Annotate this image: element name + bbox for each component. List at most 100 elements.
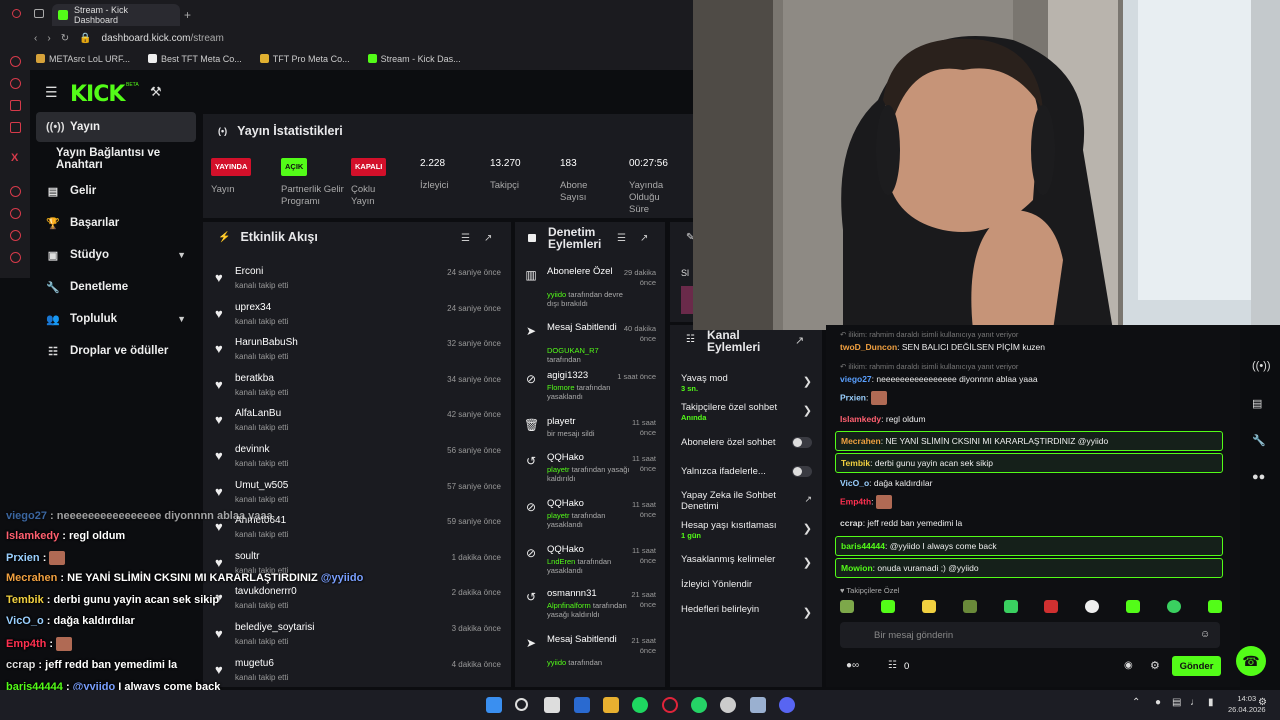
activity-item[interactable]: ♥ Erconi kanalı takip etti 24 saniye önce (213, 264, 505, 298)
notification-icon[interactable]: ⚙ (1258, 697, 1267, 708)
filter-icon[interactable]: ☰ (461, 233, 470, 244)
nav-revenue[interactable]: ▤ Gelir (36, 176, 196, 206)
nav-community[interactable]: 👥 Topluluk ▼ (36, 304, 196, 334)
follower-name[interactable]: beratkba (235, 373, 274, 384)
emote-icon[interactable] (1003, 600, 1018, 613)
moderation-item[interactable]: ▥ Abonelere Özel yyiido tarafından devre d… (522, 266, 662, 312)
chat-username[interactable]: Mecrahen (841, 436, 881, 446)
activity-item[interactable]: ♥ tavukdonerrr0 kanalı takip etti 2 dakika … (213, 584, 505, 618)
side-app-icon[interactable] (10, 56, 21, 67)
channel-action-item[interactable]: Hesap yaşı kısıtlaması 1 gün ❯ (681, 520, 816, 540)
bookmark-item[interactable]: METAsrc LoL URF... (36, 54, 130, 64)
forward-icon[interactable]: › (47, 33, 50, 44)
side-app-icon[interactable] (10, 100, 21, 111)
battery-icon[interactable]: ▮ (1208, 697, 1214, 708)
send-button[interactable]: Gönder (1172, 656, 1221, 676)
url-text[interactable]: dashboard.kick.com/stream (102, 33, 224, 44)
chat-username[interactable]: twoD_Duncon (840, 342, 897, 352)
chat-message[interactable]: baris44444: @yyiido I always come back (835, 536, 1223, 556)
gift-icon[interactable]: ☷ (888, 660, 897, 671)
chat-message[interactable]: Islamkedy: regl oldum (840, 413, 1225, 425)
help-button[interactable]: ☎ (1236, 646, 1266, 676)
kick-logo[interactable]: KICK (70, 82, 125, 107)
follower-name[interactable]: Erconi (235, 266, 263, 277)
chat-username[interactable]: VicO_o (840, 478, 869, 488)
chat-username[interactable]: Prxien (840, 392, 866, 402)
toggle-switch[interactable] (792, 466, 812, 477)
moderation-item[interactable]: ↺ QQHako playetr tarafından yasağı kaldırı… (522, 452, 662, 498)
tabs-icon[interactable] (34, 9, 44, 18)
activity-item[interactable]: ♥ Umut_w505 kanalı takip etti 57 saniye önc… (213, 478, 505, 512)
filter-icon[interactable]: ☰ (617, 233, 626, 244)
nav-achievements[interactable]: 🏆 Başarılar (36, 208, 196, 238)
activity-item[interactable]: ♥ AlfaLanBu kanalı takip etti 42 saniye önc… (213, 406, 505, 440)
gear-icon[interactable]: ⚙ (1150, 659, 1160, 672)
channel-action-item[interactable]: Yalnızca ifadelerle... (681, 466, 816, 477)
moderation-item[interactable]: ⊘ QQHako LndEren tarafından yasaklandı 11 s… (522, 544, 662, 590)
chat-message[interactable]: ↶ ilikim: rahmim daraldı isimli kullanıc… (840, 329, 1225, 353)
bookmark-item[interactable]: Stream - Kick Das... (367, 54, 461, 64)
emote-icon[interactable] (1207, 600, 1222, 613)
chat-input[interactable]: Bir mesaj gönderin (840, 622, 1220, 648)
moderator-name[interactable]: Flomore (547, 383, 575, 392)
settings-icon[interactable] (10, 252, 21, 263)
browser-tab[interactable]: Stream - Kick Dashboard (52, 4, 180, 26)
channel-action-item[interactable]: Yasaklanmış kelimeler ❯ (681, 554, 816, 569)
emote-icon[interactable] (840, 600, 854, 613)
activity-item[interactable]: ♥ belediye_soytarisi kanalı takip etti 3 da… (213, 620, 505, 654)
chat-username[interactable]: baris44444 (841, 541, 885, 551)
chat-message[interactable]: ccrap: jeff redd ban yemedimi la (840, 517, 1225, 529)
chat-message[interactable]: Prxien: (840, 391, 1225, 405)
moderation-item[interactable]: ➤ Mesaj Sabitlendi yyiido tarafından 21 saa… (522, 634, 662, 680)
follower-name[interactable]: Umut_w505 (235, 480, 288, 491)
emote-icon[interactable] (1044, 600, 1059, 613)
nav-drops[interactable]: ☷ Droplar ve ödüller (36, 336, 196, 366)
chevron-up-icon[interactable]: ⌃ (1132, 697, 1140, 708)
opera-icon[interactable] (662, 697, 678, 713)
moderator-name[interactable]: Alpnfinalform (547, 601, 591, 610)
bookmark-item[interactable]: Best TFT Meta Co... (148, 54, 242, 64)
network-icon[interactable]: ▤ (1172, 697, 1181, 708)
follower-name[interactable]: tavukdonerrr0 (235, 586, 297, 597)
discord-icon[interactable] (779, 697, 795, 713)
search-icon[interactable] (515, 698, 528, 711)
broadcast-icon[interactable]: ((•)) (1252, 360, 1271, 372)
chat-username[interactable]: viego27 (840, 374, 872, 384)
side-app-icon[interactable] (10, 230, 21, 241)
emote-icon[interactable] (1167, 600, 1181, 613)
chat-username[interactable]: ccrap (840, 518, 863, 528)
channel-action-item[interactable]: Yavaş mod 3 sn. ❯ (681, 373, 816, 393)
activity-item[interactable]: ♥ mugetu6 kanalı takip etti 4 dakika önce (213, 656, 505, 690)
popout-icon[interactable]: ↗ (484, 233, 492, 244)
chat-username[interactable]: Islamkedy (840, 414, 881, 424)
chat-username[interactable]: Tembik (841, 458, 870, 468)
nav-moderation[interactable]: 🔧 Denetleme (36, 272, 196, 302)
side-app-icon[interactable] (10, 78, 21, 89)
side-app-icon[interactable] (10, 208, 21, 219)
layout-icon[interactable]: ▤ (1252, 397, 1262, 410)
chat-message[interactable]: VicO_o: dağa kaldırdılar (840, 477, 1225, 489)
hammer-icon[interactable]: ⚒ (150, 84, 162, 100)
follower-name[interactable]: soultr (235, 551, 259, 562)
moderation-item[interactable]: ➤ Mesaj Sabitlendi DOGUKAN_R7 tarafından 40… (522, 322, 662, 368)
menu-icon[interactable]: ☰ (45, 84, 58, 101)
address-bar[interactable]: ‹ › ↻ 🔒 dashboard.kick.com/stream (0, 28, 700, 48)
wrench-icon[interactable]: 🔧 (1252, 434, 1266, 447)
channel-action-item[interactable]: İzleyici Yönlendir (681, 579, 816, 590)
follower-name[interactable]: HarunBabuSh (235, 337, 298, 348)
popout-icon[interactable]: ↗ (640, 233, 648, 244)
moderation-item[interactable]: ↺ osmannn31 Alpnfinalform tarafından yasağ… (522, 588, 662, 634)
whatsapp-icon[interactable] (691, 697, 707, 713)
side-app-icon[interactable] (10, 186, 21, 197)
chat-message[interactable]: Mecrahen: NE YANİ SLİMİN CKSINI MI KARAR… (835, 431, 1223, 451)
follower-name[interactable]: mugetu6 (235, 658, 274, 669)
users-icon[interactable]: ●● (1252, 471, 1265, 483)
moderation-item[interactable]: ⊘ agigi1323 Flomore tarafından yasaklandı 1… (522, 370, 662, 416)
moderator-name[interactable]: yyiido (547, 658, 566, 667)
spotify-icon[interactable] (632, 697, 648, 713)
emote-icon[interactable] (921, 600, 936, 613)
chat-message[interactable]: Tembik: derbi gunu yayin acan sek sikip (835, 453, 1223, 473)
chat-username[interactable]: Emp4th (840, 496, 871, 506)
activity-item[interactable]: ♥ beratkba kanalı takip etti 34 saniye önce (213, 371, 505, 405)
moderation-item[interactable]: ⊘ QQHako playetr tarafından yasaklandı 11 s… (522, 498, 662, 544)
